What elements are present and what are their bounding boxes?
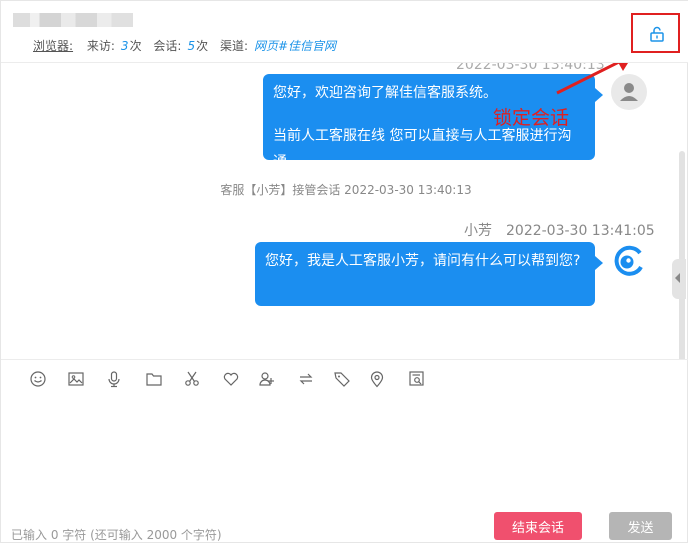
invite-agent-button[interactable] xyxy=(258,370,278,390)
browser-label[interactable]: 浏览器: xyxy=(33,39,73,53)
file-button[interactable] xyxy=(145,370,165,390)
screenshot-button[interactable] xyxy=(183,370,203,390)
message-timestamp: 2022-03-30 13:41:05 xyxy=(506,223,655,239)
visitor-header: 浏览器: 来访: 3次 会话: 5次 渠道: 网页#佳信官网 xyxy=(1,1,688,63)
annotation-label: 锁定会话 xyxy=(493,107,570,129)
location-icon xyxy=(370,371,384,388)
emoji-icon xyxy=(30,371,46,387)
system-note: 客服【小芳】接管会话 2022-03-30 13:40:13 xyxy=(220,183,472,197)
visitor-name-redacted xyxy=(13,13,133,27)
tag-icon xyxy=(334,372,350,387)
visit-label: 来访: xyxy=(86,39,115,53)
transfer-icon xyxy=(299,373,313,385)
channel-label: 渠道: xyxy=(219,39,248,53)
sender-name: 小芳 xyxy=(464,223,492,239)
favorite-button[interactable] xyxy=(222,370,242,390)
lock-session-button[interactable] xyxy=(631,13,680,53)
chat-window: 浏览器: 来访: 3次 会话: 5次 渠道: 网页#佳信官网 2022-03-30 1… xyxy=(0,0,688,543)
session-label: 会话: xyxy=(153,39,182,53)
visit-unit: 次 xyxy=(129,39,142,53)
agent-logo-icon xyxy=(614,245,643,276)
search-record-icon xyxy=(409,371,424,386)
heart-icon xyxy=(223,372,239,386)
message-input[interactable] xyxy=(11,399,679,499)
microphone-icon xyxy=(108,371,120,388)
image-icon xyxy=(68,372,84,386)
send-button[interactable]: 发送 xyxy=(609,512,672,540)
emoji-button[interactable] xyxy=(29,370,49,390)
agent-avatar xyxy=(610,243,646,279)
transfer-button[interactable] xyxy=(297,370,317,390)
collapse-panel-handle[interactable] xyxy=(672,259,686,299)
annotation-arrow xyxy=(556,63,628,95)
message-text: 当前人工客服在线 您可以直接与人工客服进行沟通 xyxy=(273,128,572,170)
voice-button[interactable] xyxy=(105,370,125,390)
add-user-icon xyxy=(259,372,274,386)
location-button[interactable] xyxy=(368,370,388,390)
image-button[interactable] xyxy=(67,370,87,390)
session-count: 5 xyxy=(187,39,196,53)
chat-history-button[interactable] xyxy=(408,370,428,390)
message-bubble-agent: 您好，我是人工客服小芳，请问有什么可以帮到您? xyxy=(255,242,603,306)
message-list: 2022-03-30 13:40:13 您好，欢迎咨询了解佳信客服系统。 当前人… xyxy=(1,63,688,359)
scissors-icon xyxy=(185,371,199,386)
end-session-button[interactable]: 结束会话 xyxy=(494,512,582,540)
visitor-meta: 浏览器: 来访: 3次 会话: 5次 渠道: 网页#佳信官网 xyxy=(33,37,336,54)
input-toolbar xyxy=(1,359,688,399)
message-text: 您好，我是人工客服小芳，请问有什么可以帮到您? xyxy=(265,253,581,269)
channel-value: 网页#佳信官网 xyxy=(253,39,337,53)
session-unit: 次 xyxy=(196,39,209,53)
scrollbar[interactable] xyxy=(679,151,685,359)
sender-line: 小芳 2022-03-30 13:41:05 xyxy=(464,220,655,240)
char-counter: 已输入 0 字符 (还可输入 2000 个字符) xyxy=(11,528,222,542)
folder-icon xyxy=(146,373,162,386)
lock-icon xyxy=(650,26,664,42)
visit-count: 3 xyxy=(120,39,129,53)
tag-button[interactable] xyxy=(333,370,353,390)
